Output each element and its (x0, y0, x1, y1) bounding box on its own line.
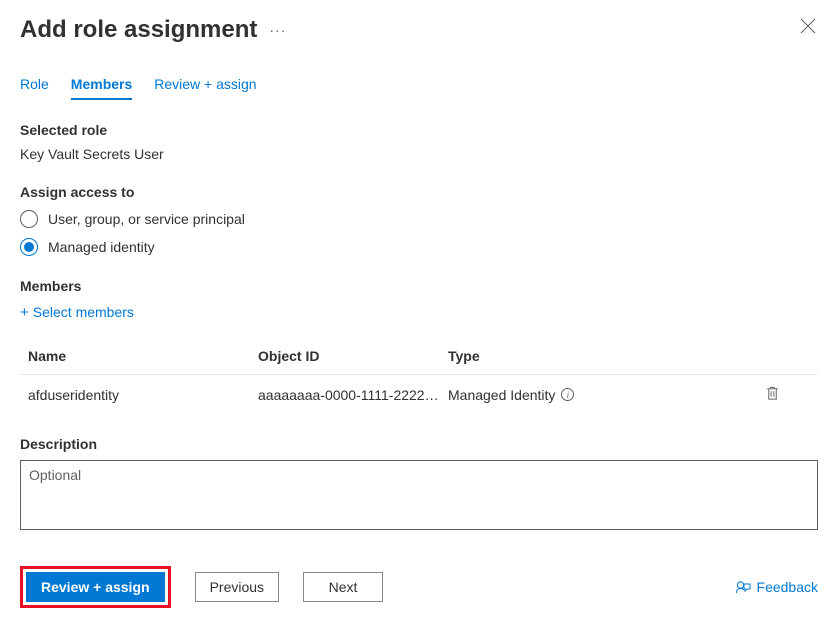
radio-icon (20, 238, 38, 256)
table-row: afduseridentity aaaaaaaa-0000-1111-2222-… (20, 375, 818, 414)
next-button[interactable]: Next (303, 572, 383, 602)
members-table: Name Object ID Type afduseridentity aaaa… (20, 338, 818, 414)
feedback-text: Feedback (757, 579, 818, 595)
selected-role-value: Key Vault Secrets User (20, 146, 818, 162)
members-label: Members (20, 278, 818, 294)
select-members-text: Select members (33, 304, 134, 320)
plus-icon: + (20, 305, 29, 320)
tab-members[interactable]: Members (71, 76, 132, 100)
tab-review[interactable]: Review + assign (154, 76, 256, 100)
radio-mi-label: Managed identity (48, 239, 155, 255)
page-title: Add role assignment (20, 16, 257, 44)
radio-user-label: User, group, or service principal (48, 211, 245, 227)
col-type: Type (448, 348, 648, 364)
review-assign-button[interactable]: Review + assign (26, 572, 165, 602)
delete-icon[interactable] (765, 385, 780, 404)
col-name: Name (28, 348, 258, 364)
more-icon[interactable]: ··· (269, 22, 286, 38)
previous-button[interactable]: Previous (195, 572, 279, 602)
highlight-review-assign: Review + assign (20, 566, 171, 608)
tabs: Role Members Review + assign (0, 52, 838, 100)
tab-role[interactable]: Role (20, 76, 49, 100)
description-input[interactable] (20, 460, 818, 530)
info-icon[interactable]: i (561, 388, 574, 401)
cell-object-id: aaaaaaaa-0000-1111-2222-bb… (258, 387, 448, 403)
radio-managed-identity[interactable]: Managed identity (20, 238, 818, 256)
feedback-link[interactable]: Feedback (735, 579, 818, 595)
cell-type: Managed Identity (448, 387, 555, 403)
select-members-link[interactable]: + Select members (20, 304, 818, 320)
radio-icon (20, 210, 38, 228)
assign-access-label: Assign access to (20, 184, 818, 200)
radio-user-group[interactable]: User, group, or service principal (20, 210, 818, 228)
col-object-id: Object ID (258, 348, 448, 364)
selected-role-label: Selected role (20, 122, 818, 138)
cell-name: afduseridentity (28, 387, 258, 403)
description-label: Description (20, 436, 818, 452)
close-icon[interactable] (800, 18, 816, 37)
